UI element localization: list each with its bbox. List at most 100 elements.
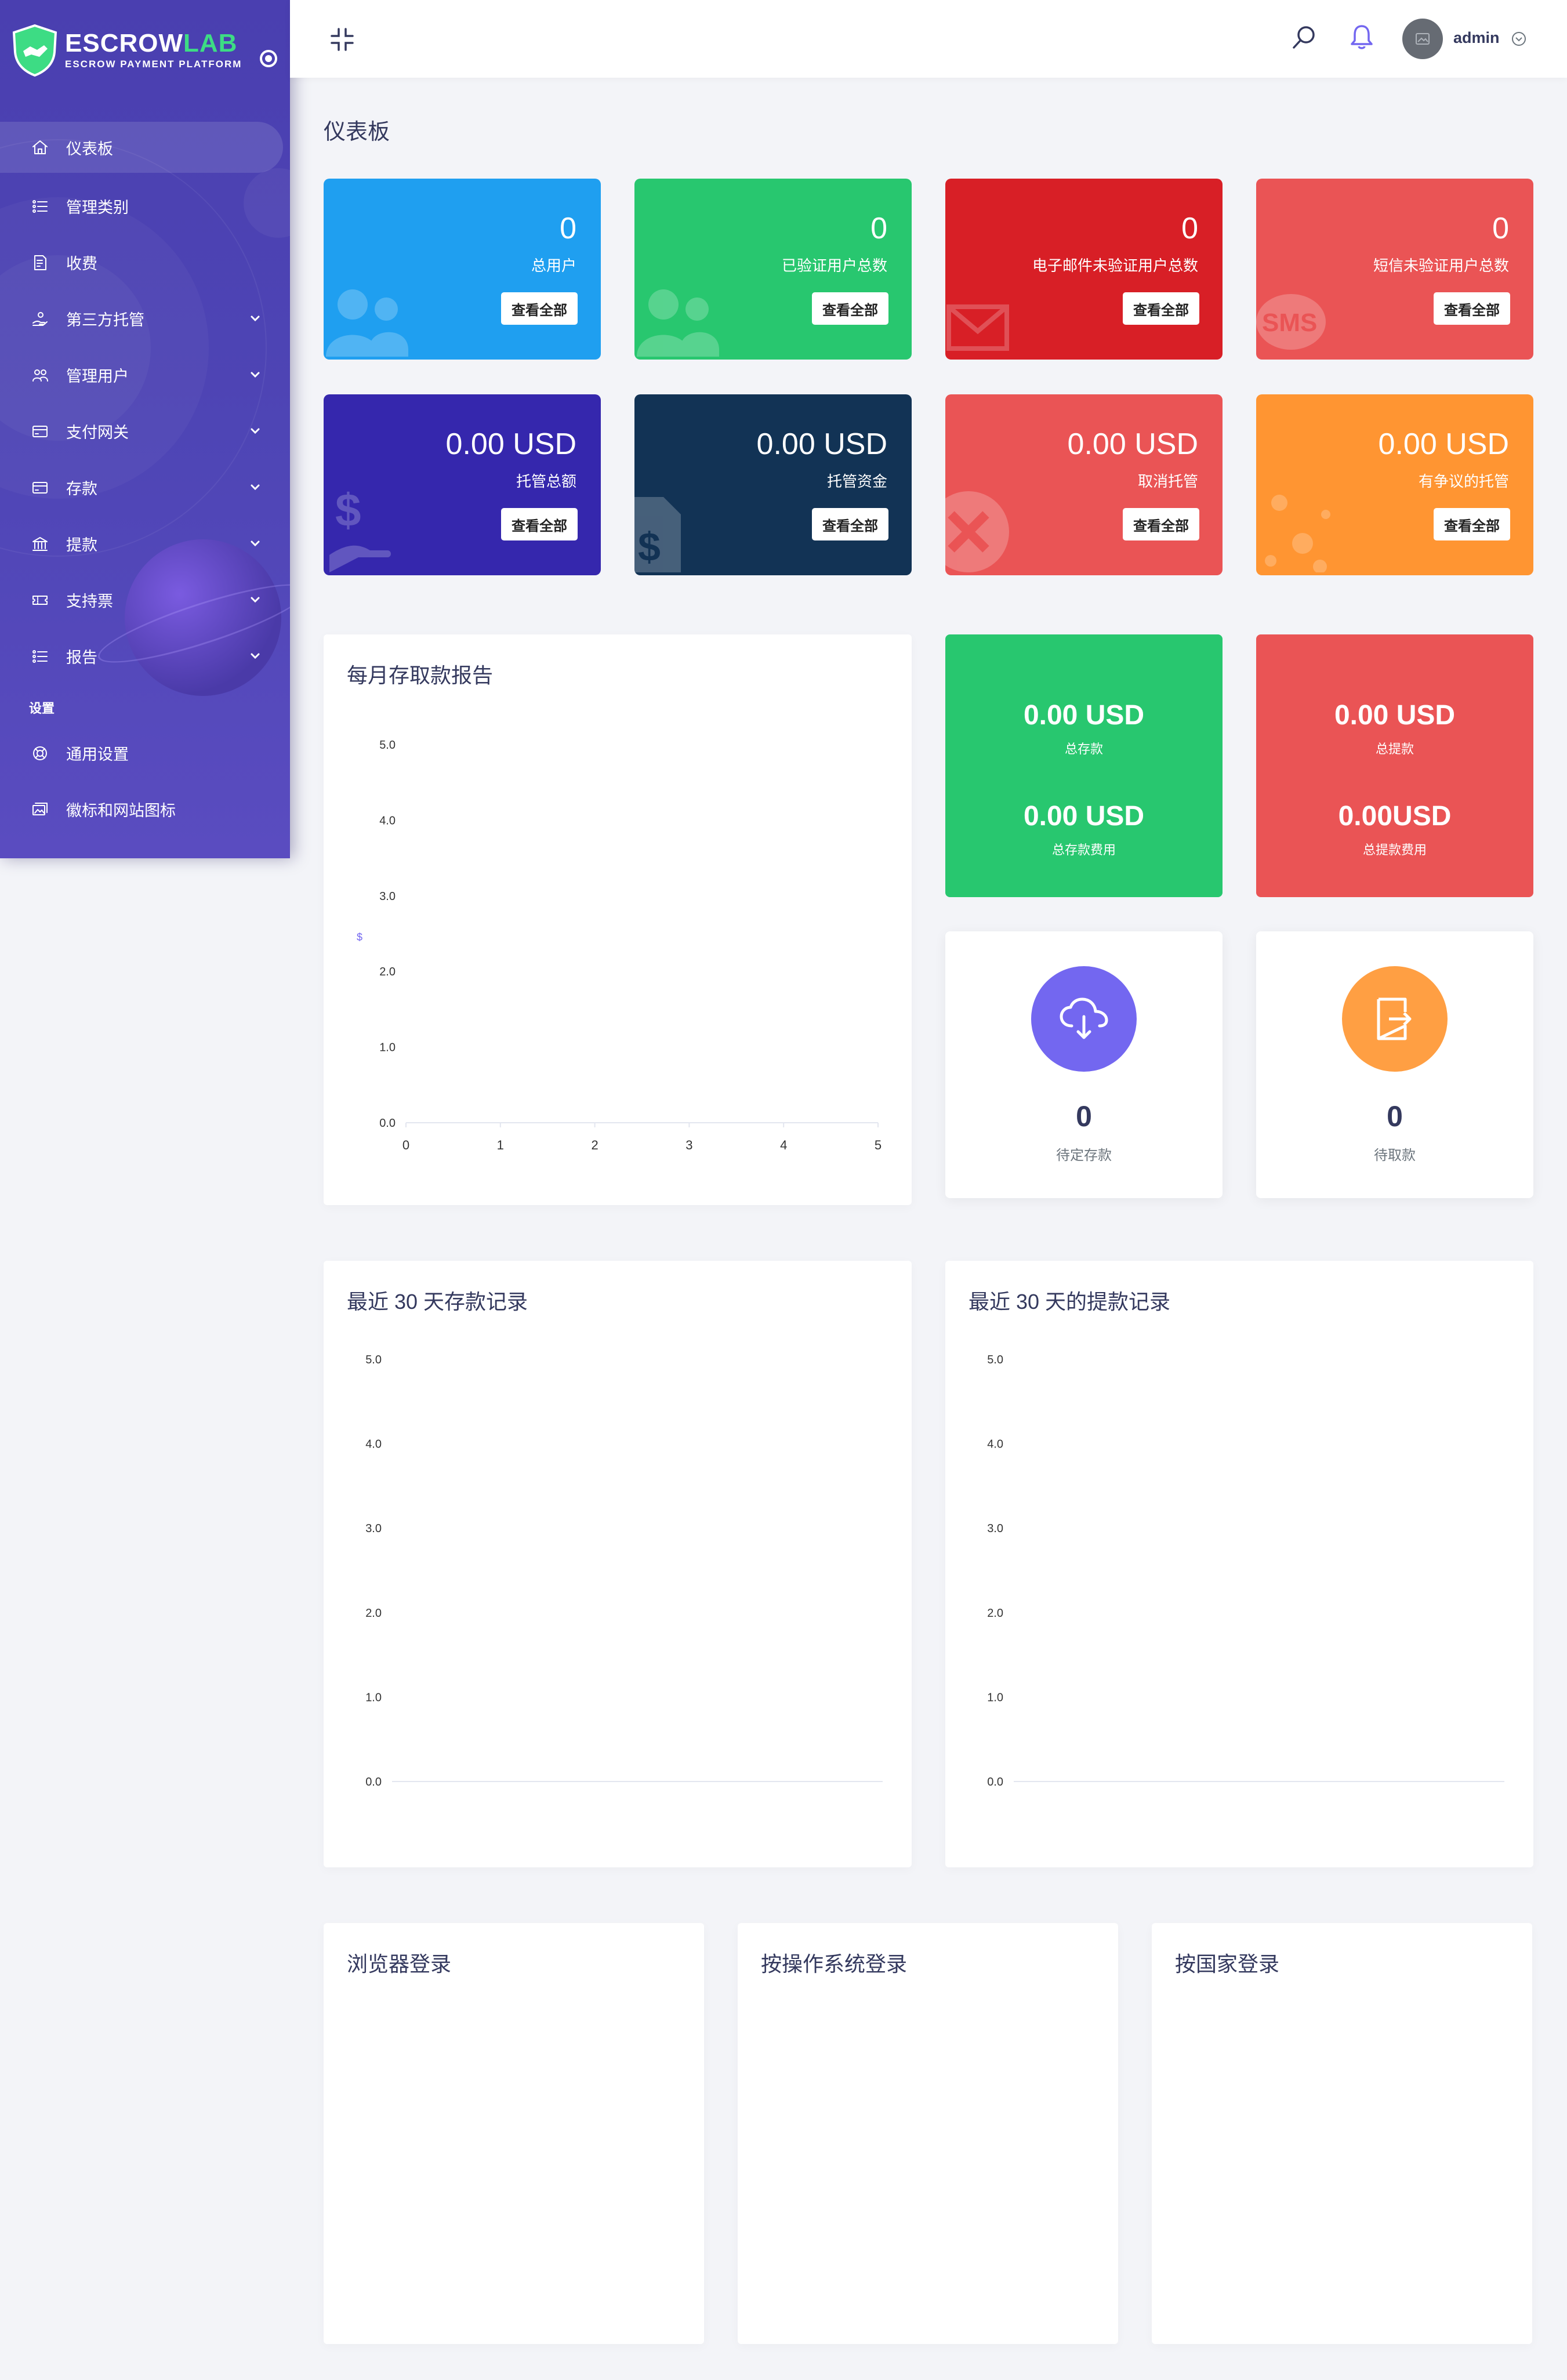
chevron-down-icon [251,597,260,603]
view-all-button[interactable]: 查看全部 [812,508,888,540]
nav-icon-wrap [30,478,50,498]
y-tick-label: 0.0 [987,1776,1003,1788]
chevron-down-icon [251,372,260,378]
stat-widget-card: $0.00 USD 托管资金查看全部 [634,394,912,575]
sidebar-nav: 仪表板 管理类别收费第三方托管管理用户 支付网关存款提款支持票报告设置通用设置 徽标和… [0,122,290,837]
user-name[interactable]: admin [1453,29,1500,47]
svg-text:$: $ [335,485,361,536]
pending-deposit-badge [1031,966,1137,1072]
sidebar-item-label: 第三方托管 [66,311,144,329]
panel-title: 按国家登录 [1175,1952,1280,1976]
sidebar-item[interactable]: 存款 [0,459,290,516]
credit-card-icon [32,425,48,437]
view-all-button[interactable]: 查看全部 [501,508,578,540]
pending-deposit-value: 0 [1076,1100,1092,1133]
list-icon [32,199,48,213]
y-tick-label: 1.0 [379,1042,396,1054]
x-tick-label: 5 [875,1138,882,1152]
pending-withdraw-value: 0 [1387,1100,1403,1133]
view-all-button[interactable]: 查看全部 [1434,508,1510,540]
users-icon [32,369,48,382]
bank-icon [32,536,48,551]
y-axis-label: $ [357,931,362,943]
sidebar-item-label: 报告 [66,649,97,666]
stat-widget-card: $0.00 USD 托管总额 查看全部 [324,394,601,575]
nav-icon-wrap [30,365,50,385]
x-tick-label: 2 [591,1138,598,1152]
sidebar-item[interactable]: 仪表板 [0,122,283,173]
sidebar-item[interactable]: 收费 [0,234,290,291]
pending-withdraw-card[interactable]: 0 待取款 [1256,931,1533,1198]
brand-tagline: ESCROW PAYMENT PLATFORM [65,59,242,70]
stat-widget-card: SMS 0 短信未验证用户总数 查看全部 [1256,179,1533,360]
sidebar-item[interactable]: 徽标和网站图标 [0,781,290,837]
sidebar-item[interactable]: 第三方托管 [0,291,290,347]
sidebar-item-label: 存款 [66,480,97,498]
chevron-down-icon[interactable] [1511,31,1526,46]
envelope-icon [945,299,1015,360]
nav-icon-wrap [30,800,50,819]
chevron-down-icon [251,484,260,491]
monthly-report-chart: 0.0 1.0 2.0 3.0 4.0 5.0 0 1 2 3 4 5 $ [357,739,882,1152]
brand-logo[interactable]: ESCROWLAB ESCROW PAYMENT PLATFORM [10,23,242,77]
widget-value: 0.00 USD [756,427,887,461]
total-deposit-label: 总存款 [1064,742,1103,756]
pending-deposit-card[interactable]: 0 待定存款 [945,931,1223,1198]
widget-value: 0 [560,212,576,245]
compress-icon[interactable] [329,27,355,52]
view-all-button[interactable]: 查看全部 [501,292,578,325]
sidebar-item-label: 提款 [66,536,97,554]
sidebar-toggle-button[interactable] [260,50,277,67]
list-icon [32,650,48,663]
nav-icon-wrap [30,534,50,554]
bell-icon[interactable] [1349,23,1374,50]
home-icon [32,140,48,154]
file-dollar-icon: $ [634,485,687,575]
avatar[interactable] [1402,19,1443,59]
withdraw-fee-value: 0.00USD [1338,801,1452,832]
chevron-down-icon [251,653,260,659]
sidebar-item[interactable]: 管理用户 [0,347,290,403]
credit-card-icon [32,481,48,494]
y-tick-label: 2.0 [379,966,396,978]
nav-icon-wrap [30,197,50,216]
deposit-history-panel: 最近 30 天存款记录 0.0 1.0 2.0 3.0 4.0 5.0 [324,1261,912,1867]
view-all-button[interactable]: 查看全部 [812,292,888,325]
y-tick-label: 3.0 [987,1522,1003,1535]
y-tick-label: 5.0 [379,739,396,752]
deposit-fee-value: 0.00 USD [1023,801,1145,832]
widget-value: 0.00 USD [1378,427,1509,461]
sidebar-item[interactable]: 管理类别 [0,178,290,234]
view-all-button[interactable]: 查看全部 [1434,292,1510,325]
receipt-icon [34,255,46,270]
sidebar-item-label: 收费 [66,255,97,273]
shield-logo-icon [12,24,57,77]
y-tick-label: 4.0 [365,1438,382,1451]
pending-withdraw-label: 待取款 [1374,1148,1416,1163]
widget-label: 已验证用户总数 [781,257,887,274]
y-tick-label: 3.0 [379,890,396,903]
sidebar-item[interactable]: 提款 [0,516,290,572]
widget-label: 托管资金 [826,473,887,490]
widget-label: 托管总额 [516,473,576,490]
x-tick-label: 1 [497,1138,504,1152]
view-all-button[interactable]: 查看全部 [1123,292,1199,325]
pending-deposit-label: 待定存款 [1056,1148,1112,1163]
total-withdraw-value: 0.00 USD [1334,700,1456,731]
y-tick-label: 5.0 [365,1354,382,1366]
sidebar-section-label: 设置 [29,701,55,716]
search-icon[interactable] [1291,24,1316,50]
hand-dollar-icon: $ [324,484,405,575]
sidebar: ESCROWLAB ESCROW PAYMENT PLATFORM 仪表板 管理类… [0,0,290,858]
page-title: 仪表板 [324,120,390,144]
sidebar-item[interactable]: 支持票 [0,572,290,628]
nav-icon-wrap [30,253,50,273]
sidebar-item[interactable]: 报告 [0,628,290,684]
view-all-button[interactable]: 查看全部 [1123,508,1199,540]
os-login-panel: 按操作系统登录 [738,1923,1118,2344]
withdraw-summary-card: 0.00 USD 总提款 0.00USD 总提款费用 [1256,634,1533,897]
sidebar-item[interactable]: 通用设置 [0,725,290,781]
stat-widget-card: 0 已验证用户总数 查看全部 [634,179,912,360]
chevron-down-icon [251,428,260,434]
sidebar-item[interactable]: 支付网关 [0,403,290,459]
